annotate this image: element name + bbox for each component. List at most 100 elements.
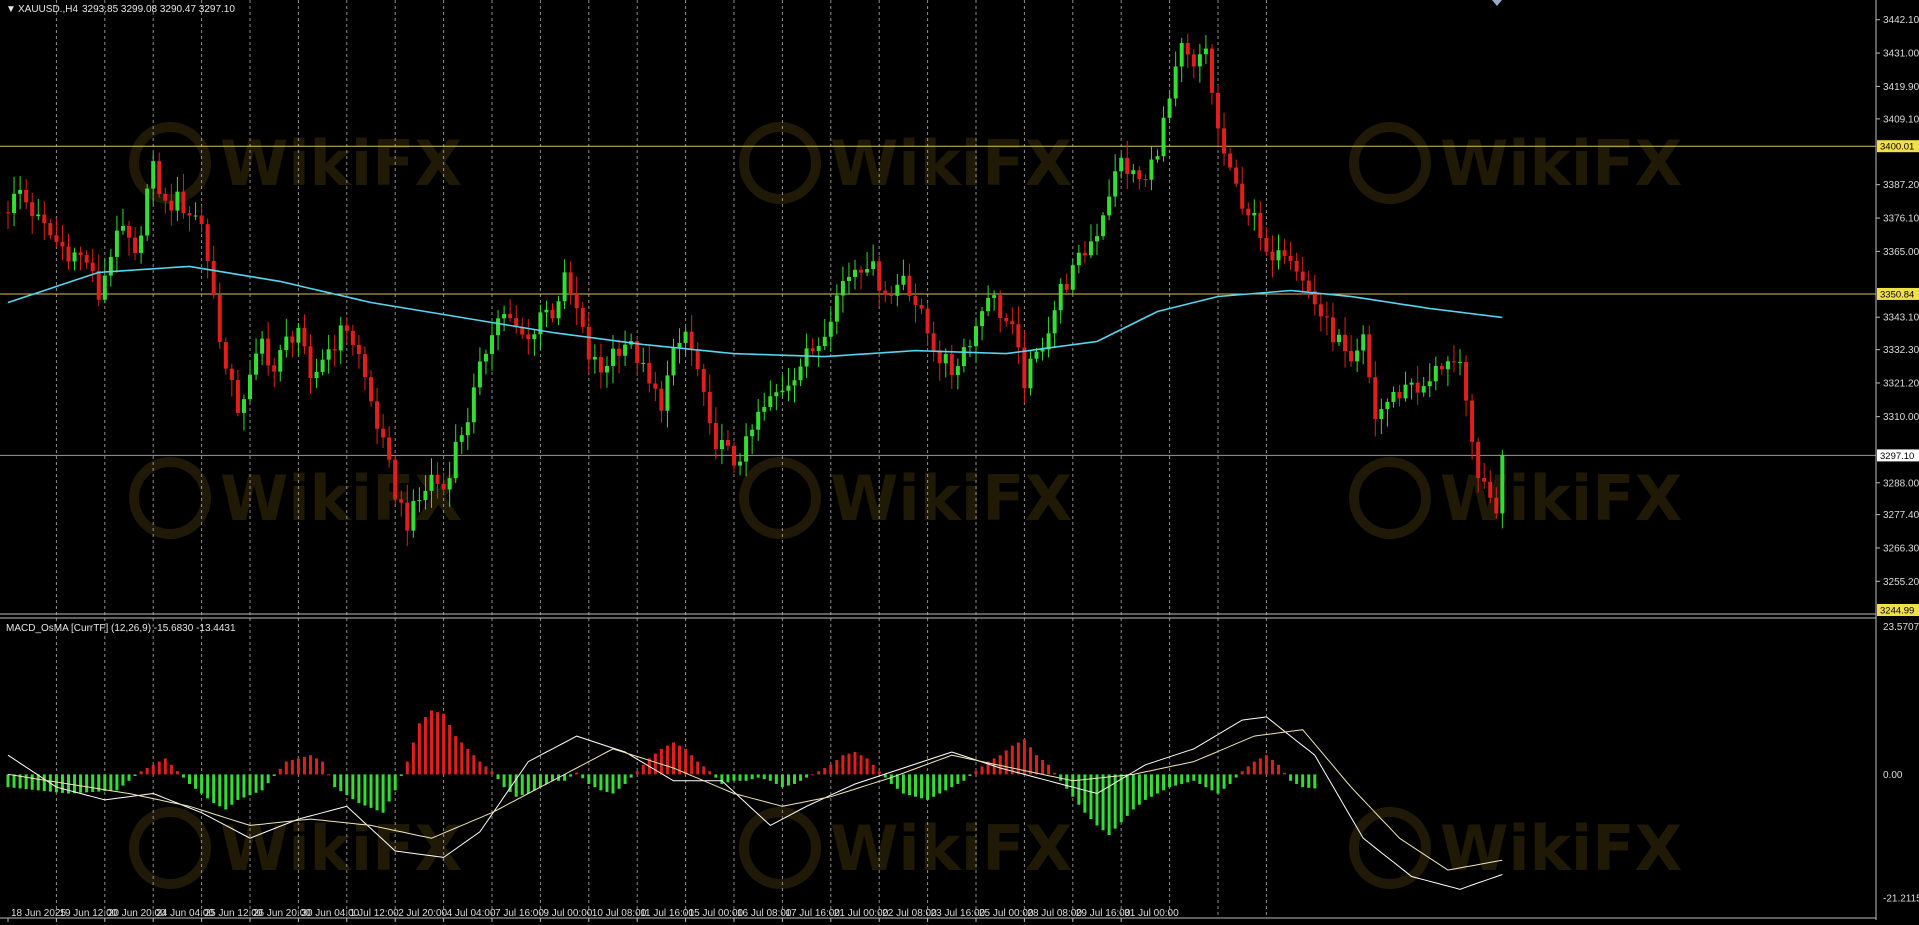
watermark-text: WikiFX bbox=[830, 812, 1072, 885]
macd-histogram-bar bbox=[1125, 774, 1129, 816]
macd-histogram-bar bbox=[363, 774, 367, 806]
macd-histogram-bar bbox=[708, 771, 712, 775]
macd-histogram-bar bbox=[690, 755, 694, 775]
candle-body bbox=[272, 365, 277, 372]
candle-body bbox=[411, 501, 416, 531]
candle-body bbox=[974, 326, 978, 347]
candle-body bbox=[695, 349, 700, 370]
candle-body bbox=[1173, 66, 1178, 99]
candle-body bbox=[1155, 156, 1160, 160]
macd-histogram-bar bbox=[980, 766, 984, 775]
macd-histogram-bar bbox=[714, 774, 718, 778]
candle-body bbox=[72, 252, 77, 262]
macd-histogram-bar bbox=[1089, 774, 1093, 820]
macd-histogram-bar bbox=[405, 761, 409, 775]
macd-histogram-bar bbox=[139, 771, 143, 775]
macd-histogram-bar bbox=[502, 774, 506, 788]
macd-histogram-bar bbox=[54, 774, 58, 793]
macd-histogram-bar bbox=[24, 774, 28, 790]
macd-histogram-bar bbox=[133, 774, 137, 776]
macd-histogram-bar bbox=[423, 716, 427, 775]
candle-body bbox=[1385, 401, 1390, 410]
macd-histogram-bar bbox=[672, 742, 675, 775]
candle-body bbox=[302, 327, 307, 347]
macd-histogram-bar bbox=[805, 774, 809, 778]
trading-chart-window[interactable]: WikiFX WikiFX WikiFX WikiFX WikiFX WikiFX Wiki… bbox=[0, 0, 1919, 925]
chart-canvas[interactable]: WikiFX WikiFX WikiFX WikiFX WikiFX WikiFX Wiki… bbox=[0, 0, 1919, 925]
macd-histogram-bar bbox=[351, 774, 355, 800]
candle-body bbox=[1010, 321, 1015, 325]
macd-histogram-bar bbox=[750, 774, 754, 780]
candle-body bbox=[967, 346, 972, 348]
candle-body bbox=[1070, 265, 1075, 290]
candle-body bbox=[350, 330, 355, 345]
macd-histogram-bar bbox=[520, 774, 524, 796]
macd-histogram-bar bbox=[1077, 774, 1081, 805]
candle-body bbox=[725, 439, 730, 446]
macd-histogram-bar bbox=[302, 756, 306, 775]
candle-body bbox=[859, 269, 864, 273]
macd-histogram-bar bbox=[109, 774, 113, 791]
macd-histogram-bar bbox=[224, 774, 228, 810]
candle-body bbox=[133, 237, 138, 254]
candle-body bbox=[532, 334, 537, 340]
candle-body bbox=[1191, 54, 1196, 67]
macd-title: MACD_OsMA [CurrTF] (12,26,9) -15.6830 -1… bbox=[6, 623, 236, 634]
candle-body bbox=[90, 262, 95, 272]
macd-histogram-bar bbox=[242, 774, 246, 798]
macd-histogram-bar bbox=[1119, 774, 1123, 823]
candle-body bbox=[719, 439, 724, 450]
macd-histogram-bar bbox=[12, 774, 16, 788]
macd-histogram-series bbox=[6, 710, 1317, 836]
macd-histogram-bar bbox=[635, 771, 639, 775]
macd-histogram-bar bbox=[194, 774, 198, 789]
price-tick-label: 3365.00 bbox=[1883, 247, 1919, 258]
macd-histogram-bar bbox=[1041, 760, 1045, 775]
header-arrow-icon[interactable]: ▼ bbox=[6, 4, 16, 15]
candle-body bbox=[139, 235, 144, 254]
candle-body bbox=[127, 225, 131, 238]
macd-histogram-bar bbox=[42, 774, 46, 791]
candle-body bbox=[961, 347, 966, 367]
candle-body bbox=[120, 225, 125, 231]
macd-histogram-bar bbox=[442, 713, 446, 775]
candle-body bbox=[1270, 251, 1275, 261]
candle-body bbox=[689, 331, 694, 350]
candle-body bbox=[762, 406, 767, 412]
macd-histogram-bar bbox=[617, 774, 621, 789]
candle-body bbox=[54, 235, 59, 242]
watermark-text: WikiFX bbox=[1440, 812, 1682, 885]
macd-histogram-bar bbox=[1252, 761, 1256, 775]
candle-body bbox=[732, 445, 736, 466]
macd-histogram-bar bbox=[1270, 760, 1274, 775]
price-tick-label: 3310.00 bbox=[1883, 412, 1919, 423]
candle-body bbox=[1131, 170, 1136, 175]
candle-body bbox=[744, 436, 749, 462]
price-axis: 3442.10 3431.00 3419.90 3409.10 3387.20 3376.… bbox=[1876, 15, 1919, 905]
candle-body bbox=[1427, 381, 1432, 387]
candle-body bbox=[1252, 212, 1257, 216]
candle-body bbox=[96, 271, 101, 300]
macd-histogram-bar bbox=[877, 771, 881, 775]
candle-body bbox=[992, 295, 997, 298]
candle-body bbox=[1433, 366, 1438, 382]
candle-body bbox=[1113, 171, 1118, 197]
candle-body bbox=[490, 335, 494, 354]
candle-body bbox=[931, 333, 936, 351]
candle-body bbox=[477, 361, 482, 388]
candle-body bbox=[102, 275, 107, 300]
macd-histogram-bar bbox=[381, 774, 385, 813]
macd-histogram-bar bbox=[611, 774, 615, 794]
price-tick-label: 3266.30 bbox=[1883, 543, 1919, 554]
candle-body bbox=[296, 327, 301, 343]
macd-histogram-bar bbox=[393, 774, 397, 791]
macd-histogram-bar bbox=[581, 774, 585, 779]
candle-body bbox=[1403, 384, 1408, 399]
watermark-text: WikiFX bbox=[1440, 127, 1682, 200]
macd-histogram-bar bbox=[490, 771, 494, 775]
candle-body bbox=[1034, 351, 1039, 359]
candle-body bbox=[846, 276, 851, 282]
watermark-text: WikiFX bbox=[220, 812, 462, 885]
candle-body bbox=[435, 474, 440, 484]
candle-body bbox=[1203, 48, 1208, 55]
